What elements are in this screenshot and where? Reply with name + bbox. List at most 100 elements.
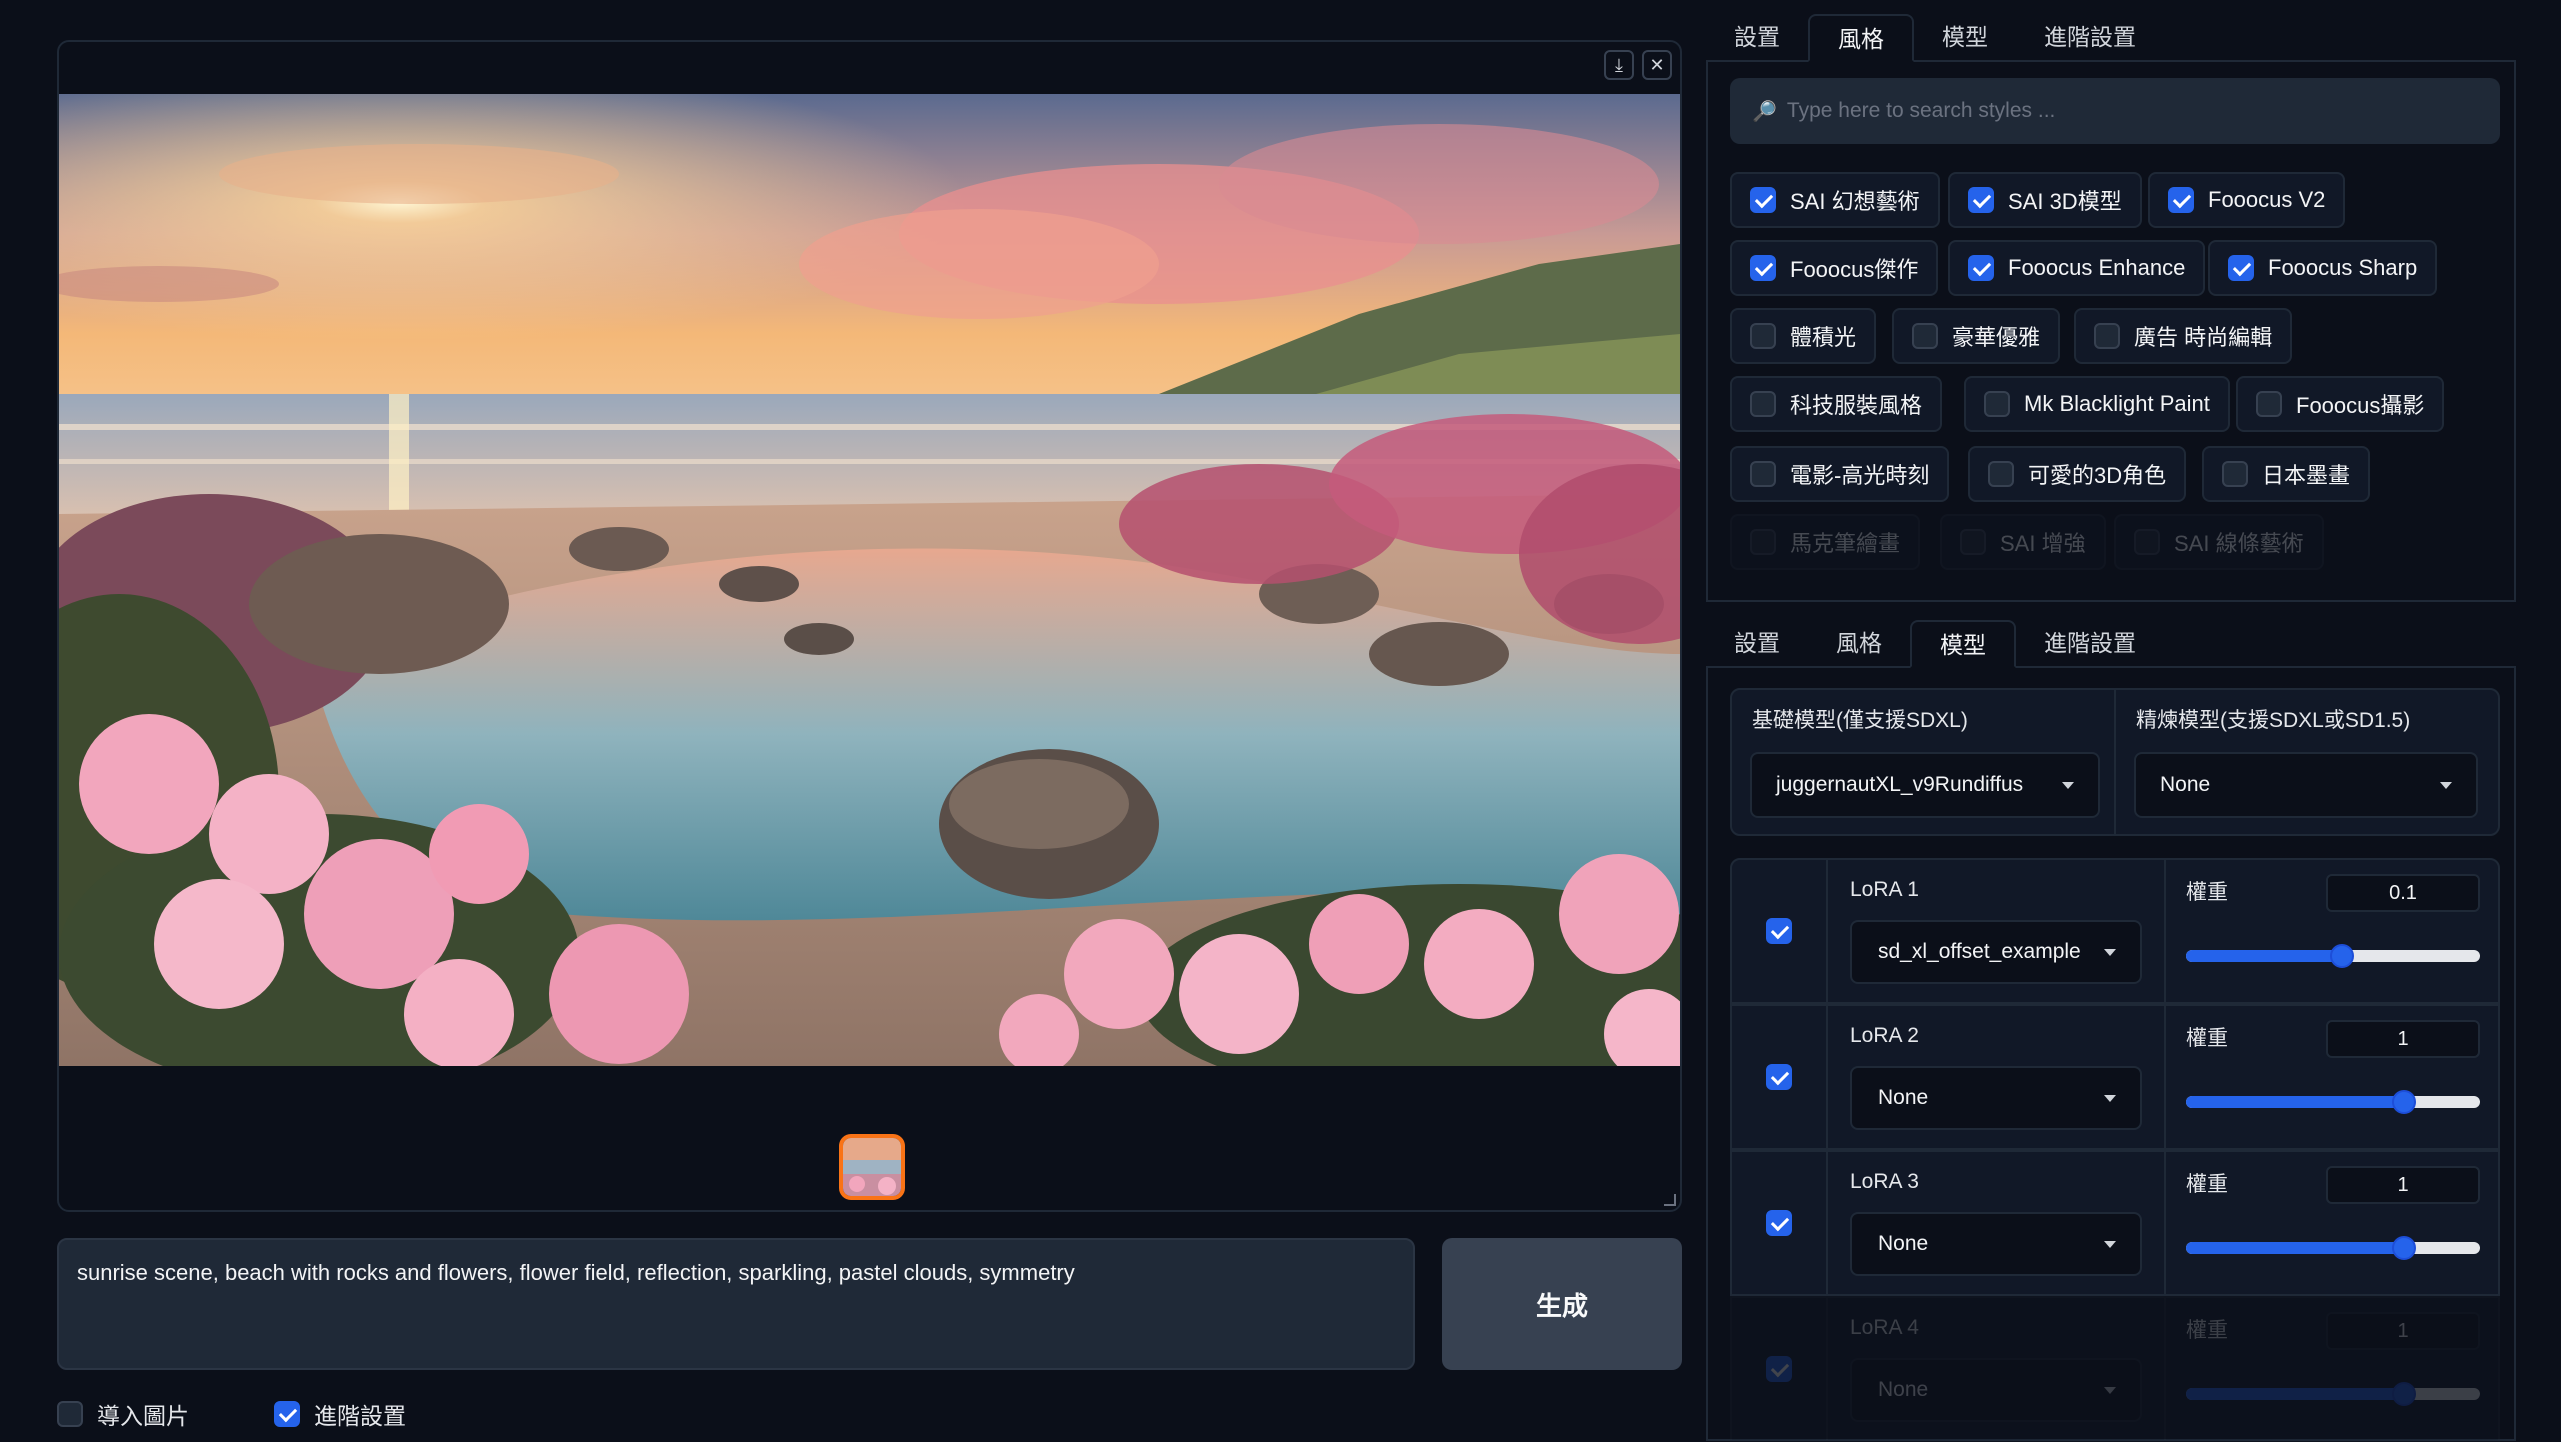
generated-image[interactable] bbox=[59, 94, 1680, 1066]
style-label: Mk Blacklight Paint bbox=[2024, 391, 2210, 416]
style-label: SAI 線條藝術 bbox=[2174, 531, 2304, 556]
style-label: Fooocus Enhance bbox=[2008, 255, 2186, 280]
style-chip[interactable]: 電影-高光時刻 bbox=[1730, 446, 1950, 502]
lora-enable-checkbox[interactable] bbox=[1766, 918, 1792, 944]
tab-settings[interactable]: 設置 bbox=[1706, 620, 1808, 666]
slider-fill bbox=[2186, 950, 2342, 962]
checkbox[interactable] bbox=[274, 1401, 300, 1427]
checkbox[interactable] bbox=[1912, 323, 1938, 349]
slider-thumb[interactable] bbox=[2391, 1090, 2416, 1114]
style-label: Fooocus V2 bbox=[2208, 187, 2326, 212]
lora-enable-checkbox[interactable] bbox=[1766, 1064, 1792, 1090]
style-chip[interactable]: 日本墨畫 bbox=[2202, 446, 2371, 502]
slider-thumb[interactable] bbox=[2391, 1236, 2416, 1260]
models-panel: 基礎模型(僅支援SDXL) juggernautXL_v9Rundiffus 精… bbox=[1706, 668, 2516, 1442]
image-input-checkbox[interactable]: 導入圖片 bbox=[57, 1397, 189, 1431]
checkbox[interactable] bbox=[1988, 461, 2014, 487]
style-chip[interactable]: Fooocus V2 bbox=[2148, 172, 2346, 228]
checkbox[interactable] bbox=[1750, 461, 1776, 487]
checkbox[interactable] bbox=[1750, 255, 1776, 281]
weight-slider[interactable] bbox=[2186, 1382, 2480, 1406]
slider-thumb[interactable] bbox=[2329, 944, 2354, 968]
tab-settings[interactable]: 設置 bbox=[1706, 14, 1808, 60]
checkbox[interactable] bbox=[1984, 391, 2010, 417]
lora-model-dropdown[interactable]: None bbox=[1850, 1358, 2142, 1422]
lora-model-dropdown[interactable]: sd_xl_offset_example bbox=[1850, 920, 2142, 984]
style-chip[interactable]: Fooocus Enhance bbox=[1948, 240, 2206, 296]
style-label: 廣告 時尚編輯 bbox=[2134, 325, 2273, 350]
close-icon[interactable]: ✕ bbox=[1642, 50, 1672, 80]
resize-handle[interactable] bbox=[1664, 1194, 1676, 1206]
chevron-down-icon bbox=[2104, 1386, 2116, 1394]
checkbox[interactable] bbox=[1750, 529, 1776, 555]
weight-slider[interactable] bbox=[2186, 1090, 2480, 1114]
lora-weight-cell: 權重 1 bbox=[2164, 1152, 2500, 1294]
checkbox[interactable] bbox=[2168, 187, 2194, 213]
weight-input[interactable]: 1 bbox=[2326, 1166, 2480, 1204]
lora-row: LoRA 2 None 權重 1 bbox=[1730, 1004, 2500, 1150]
generate-button[interactable]: 生成 bbox=[1442, 1238, 1682, 1370]
style-chip[interactable]: 科技服裝風格 bbox=[1730, 376, 1943, 432]
checkbox[interactable] bbox=[2134, 529, 2160, 555]
lora-enable-checkbox[interactable] bbox=[1766, 1356, 1792, 1382]
lora-enable-cell bbox=[1732, 1006, 1828, 1148]
style-chip[interactable]: Fooocus攝影 bbox=[2236, 376, 2445, 432]
tab-advanced[interactable]: 進階設置 bbox=[2016, 14, 2164, 60]
tab-styles[interactable]: 風格 bbox=[1808, 620, 1910, 666]
style-chip[interactable]: 豪華優雅 bbox=[1892, 308, 2061, 364]
lora-enable-checkbox[interactable] bbox=[1766, 1210, 1792, 1236]
thumbnail[interactable] bbox=[839, 1134, 905, 1200]
checkbox[interactable] bbox=[1968, 187, 1994, 213]
download-icon[interactable]: ⤓ bbox=[1604, 50, 1634, 80]
checkbox[interactable] bbox=[1750, 391, 1776, 417]
tab-models[interactable]: 模型 bbox=[1910, 620, 2016, 668]
tab-styles[interactable]: 風格 bbox=[1808, 14, 1914, 62]
style-chip[interactable]: 體積光 bbox=[1730, 308, 1877, 364]
tab-models[interactable]: 模型 bbox=[1914, 14, 2016, 60]
lora-row: LoRA 1 sd_xl_offset_example 權重 0.1 bbox=[1730, 858, 2500, 1004]
weight-input[interactable]: 0.1 bbox=[2326, 874, 2480, 912]
checkbox[interactable] bbox=[57, 1401, 83, 1427]
chevron-down-icon bbox=[2104, 1094, 2116, 1102]
weight-input[interactable]: 1 bbox=[2326, 1312, 2480, 1350]
style-label: 體積光 bbox=[1790, 325, 1857, 350]
refiner-model-dropdown[interactable]: None bbox=[2134, 752, 2478, 818]
style-chip[interactable]: SAI 增強 bbox=[1940, 514, 2106, 570]
styles-panel: 🔎 Type here to search styles ... SAI 幻想藝… bbox=[1706, 62, 2516, 602]
style-chip[interactable]: 廣告 時尚編輯 bbox=[2074, 308, 2293, 364]
style-chip[interactable]: Fooocus Sharp bbox=[2208, 240, 2438, 296]
weight-slider[interactable] bbox=[2186, 944, 2480, 968]
style-chip[interactable]: SAI 線條藝術 bbox=[2114, 514, 2324, 570]
checkbox[interactable] bbox=[1960, 529, 1986, 555]
base-model-dropdown[interactable]: juggernautXL_v9Rundiffus bbox=[1750, 752, 2100, 818]
lora-model-value: sd_xl_offset_example bbox=[1878, 940, 2081, 963]
weight-slider[interactable] bbox=[2186, 1236, 2480, 1260]
style-chip[interactable]: SAI 幻想藝術 bbox=[1730, 172, 1940, 228]
advanced-checkbox[interactable]: 進階設置 bbox=[274, 1397, 406, 1431]
prompt-textarea[interactable]: sunrise scene, beach with rocks and flow… bbox=[57, 1238, 1415, 1370]
checkbox[interactable] bbox=[2222, 461, 2248, 487]
style-label: 豪華優雅 bbox=[1952, 325, 2041, 350]
style-chip[interactable]: Fooocus傑作 bbox=[1730, 240, 1939, 296]
refiner-model-label: 精煉模型(支援SDXL或SD1.5) bbox=[2136, 709, 2411, 732]
checkbox[interactable] bbox=[2094, 323, 2120, 349]
checkbox[interactable] bbox=[1968, 255, 1994, 281]
lora-model-dropdown[interactable]: None bbox=[1850, 1066, 2142, 1130]
style-chip[interactable]: SAI 3D模型 bbox=[1948, 172, 2142, 228]
checkbox[interactable] bbox=[1750, 323, 1776, 349]
style-chip[interactable]: 馬克筆繪畫 bbox=[1730, 514, 1921, 570]
style-chip[interactable]: Mk Blacklight Paint bbox=[1964, 376, 2230, 432]
lora-enable-cell bbox=[1732, 1152, 1828, 1294]
style-label: 科技服裝風格 bbox=[1790, 393, 1923, 418]
weight-input[interactable]: 1 bbox=[2326, 1020, 2480, 1058]
checkbox[interactable] bbox=[2256, 391, 2282, 417]
slider-thumb[interactable] bbox=[2391, 1382, 2416, 1406]
style-search-input[interactable]: 🔎 Type here to search styles ... bbox=[1730, 78, 2500, 144]
lora-name: LoRA 2 bbox=[1850, 1024, 1919, 1047]
checkbox[interactable] bbox=[1750, 187, 1776, 213]
style-chip[interactable]: 可愛的3D角色 bbox=[1968, 446, 2187, 502]
checkbox[interactable] bbox=[2228, 255, 2254, 281]
lora-model-dropdown[interactable]: None bbox=[1850, 1212, 2142, 1276]
style-label: 馬克筆繪畫 bbox=[1790, 531, 1901, 556]
tab-advanced[interactable]: 進階設置 bbox=[2016, 620, 2164, 666]
